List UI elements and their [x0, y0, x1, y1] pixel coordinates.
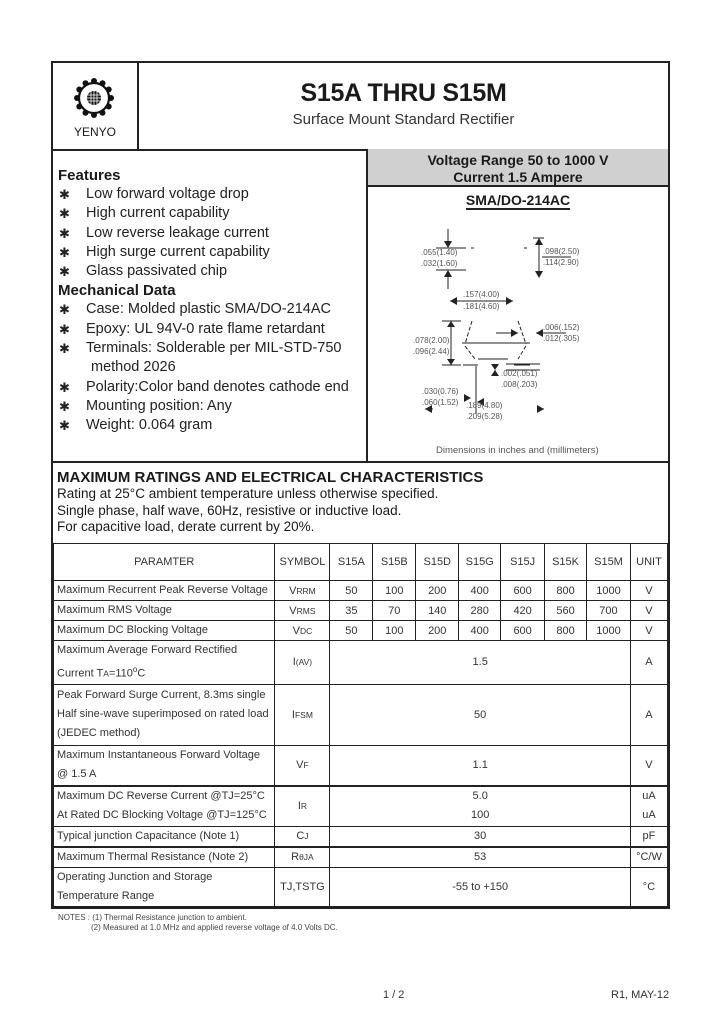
col-header: S15A	[329, 543, 374, 581]
col-header: S15M	[586, 543, 631, 581]
features-list: ✱ Low forward voltage drop ✱ High current …	[53, 185, 366, 281]
features-heading: Features	[58, 167, 121, 184]
page-number: 1 / 2	[383, 989, 405, 1001]
package-dimension-diagram: .055(1.40) .032(1.60) .098(2.50) .114(2.…	[413, 229, 599, 456]
package-panel: Voltage Range 50 to 1000 V Current 1.5 A…	[368, 149, 668, 461]
list-item: ✱ Polarity:Color band denotes cathode end	[53, 378, 366, 397]
list-item: ✱ Mounting position: Any	[53, 397, 366, 416]
dim-label: .008(.203)	[501, 380, 538, 389]
ratings-line: Rating at 25°C ambient temperature unles…	[57, 486, 439, 501]
page-subtitle: Surface Mount Standard Rectifier	[292, 111, 515, 128]
asterisk-icon: ✱	[59, 225, 70, 241]
ratings-section: MAXIMUM RATINGS AND ELECTRICAL CHARACTER…	[53, 461, 668, 545]
list-item: ✱ Glass passivated chip	[53, 262, 366, 281]
list-item: ✱ Low forward voltage drop	[53, 185, 366, 204]
features-panel: Features ✱ Low forward voltage drop ✱ High…	[53, 149, 368, 461]
header: YENYO S15A THRU S15M Surface Mount Stand…	[53, 63, 668, 151]
asterisk-icon: ✱	[59, 321, 70, 337]
col-header: S15D	[415, 543, 460, 581]
asterisk-icon: ✱	[59, 264, 70, 280]
dim-label: .209(5.28)	[466, 412, 503, 421]
table-row: Peak Forward Surge Current, 8.3ms single…	[52, 683, 669, 746]
table-row: Maximum Instantaneous Forward Voltage @ …	[52, 744, 669, 787]
logo: YENYO	[53, 63, 139, 149]
asterisk-icon: ✱	[59, 302, 70, 318]
dim-label: .078(2.00)	[413, 336, 450, 345]
page-title: S15A THRU S15M	[300, 79, 507, 107]
ratings-line: For capacitive load, derate current by 2…	[57, 519, 315, 534]
list-item: ✱ Weight: 0.064 gram	[53, 416, 366, 435]
dim-label: .114(2.90)	[543, 258, 579, 267]
dim-label: .055(1.40)	[421, 248, 458, 257]
dim-label: .060(1.52)	[422, 398, 459, 407]
datasheet-frame: YENYO S15A THRU S15M Surface Mount Stand…	[51, 61, 670, 909]
asterisk-icon: ✱	[59, 206, 70, 222]
dimensions-caption: Dimensions in inches and (millimeters)	[436, 445, 599, 456]
col-header: UNIT	[629, 543, 669, 581]
sunflower-logo-icon	[74, 78, 114, 118]
list-item: ✱ Case: Molded plastic SMA/DO-214AC	[53, 300, 366, 319]
dim-label: .030(0.76)	[422, 387, 459, 396]
dim-label: .032(1.60)	[421, 259, 458, 268]
list-item: ✱ Terminals: Solderable per MIL-STD-750 me…	[59, 340, 342, 376]
asterisk-icon: ✱	[59, 187, 70, 202]
dim-label: .012(.305)	[543, 334, 580, 343]
table-row: Maximum Thermal Resistance (Note 2) RθJA…	[52, 845, 669, 868]
table-row: Maximum DC Reverse Current @TJ=25°C At R…	[52, 785, 669, 827]
list-item: ✱ Low reverse leakage current	[53, 224, 366, 243]
col-header: SYMBOL	[274, 543, 331, 581]
dim-label: .006(.152)	[543, 323, 580, 332]
table-row: Maximum Recurrent Peak Reverse Voltage V…	[52, 580, 669, 601]
asterisk-icon: ✱	[59, 244, 70, 260]
notes: NOTES : (1) Thermal Resistance junction …	[58, 913, 338, 933]
asterisk-icon: ✱	[59, 341, 70, 357]
mechanical-heading: Mechanical Data	[58, 282, 176, 300]
asterisk-icon: ✱	[59, 379, 70, 395]
table-row: Maximum RMS Voltage VRMS 35 70 140 280 4…	[52, 600, 669, 621]
dim-label: .181(4.60)	[463, 302, 500, 311]
table-row: Maximum DC Blocking Voltage VDC 50 100 2…	[52, 620, 669, 641]
dim-label: .157(4.00)	[463, 290, 500, 299]
voltage-range: Voltage Range 50 to 1000 V	[427, 152, 609, 168]
table-row: Operating Junction and Storage Temperatu…	[52, 866, 669, 907]
table-header-row: PARAMTER SYMBOL S15A S15B S15D S15G S15J…	[52, 543, 669, 581]
dim-label: .098(2.50)	[543, 247, 580, 256]
current-rating: Current 1.5 Ampere	[453, 169, 583, 185]
table-row: Typical junction Capacitance (Note 1) CJ…	[52, 825, 669, 848]
col-header: S15K	[544, 543, 588, 581]
asterisk-icon: ✱	[59, 398, 70, 414]
col-header: S15G	[458, 543, 502, 581]
dim-label: .096(2.44)	[413, 347, 450, 356]
note-1: NOTES : (1) Thermal Resistance junction …	[58, 913, 247, 922]
list-item: ✱ Epoxy: UL 94V-0 rate flame retardant	[53, 320, 366, 339]
col-header: S15J	[500, 543, 546, 581]
ratings-line: Single phase, half wave, 60Hz, resistive…	[57, 502, 402, 518]
spec-table: PARAMTER SYMBOL S15A S15B S15D S15G S15J…	[52, 543, 669, 907]
rating-summary-box: Voltage Range 50 to 1000 V Current 1.5 A…	[368, 149, 668, 187]
col-header: PARAMTER	[52, 543, 276, 581]
dim-label: .002(.051)	[501, 369, 538, 378]
package-name: SMA/DO-214AC	[465, 192, 571, 210]
ratings-heading: MAXIMUM RATINGS AND ELECTRICAL CHARACTER…	[57, 469, 484, 486]
list-item: ✱ High current capability	[53, 204, 366, 223]
col-header: S15B	[372, 543, 417, 581]
revision-label: R1, MAY-12	[611, 989, 670, 1001]
note-2: (2) Measured at 1.0 MHz and applied reve…	[91, 923, 338, 932]
dim-label: .189(4.80)	[466, 401, 503, 410]
asterisk-icon: ✱	[59, 418, 70, 434]
mechanical-list: ✱ Case: Molded plastic SMA/DO-214AC ✱ Epox…	[53, 300, 366, 435]
list-item: ✱ High surge current capability	[53, 243, 366, 262]
table-row: Maximum Average Forward Rectified Curren…	[52, 640, 669, 685]
brand-name: YENYO	[73, 125, 116, 139]
